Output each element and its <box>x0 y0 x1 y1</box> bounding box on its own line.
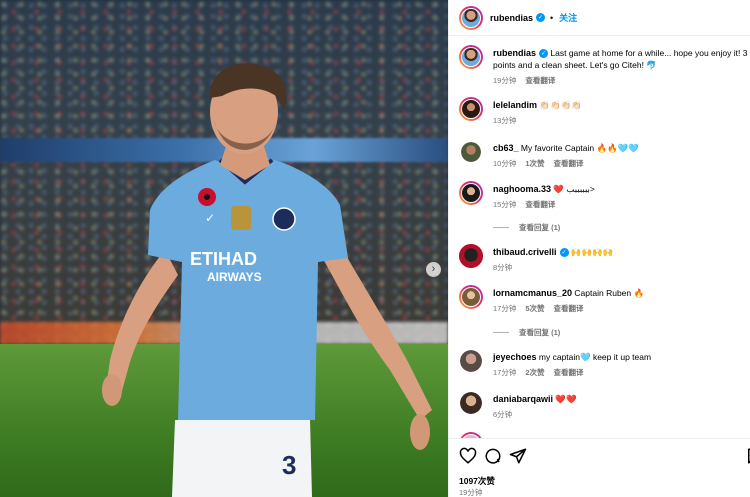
comment-icon[interactable] <box>484 447 502 465</box>
view-replies-label: 查看回复 (1) <box>519 223 561 232</box>
share-icon[interactable] <box>509 447 527 465</box>
comment-text: 🙌🙌🙌🙌 <box>570 247 614 257</box>
comment-avatar[interactable] <box>459 97 483 121</box>
header-separator: • <box>550 12 554 23</box>
comment-username[interactable]: lornamcmanus_20 <box>493 288 572 298</box>
comment-text: my captain🩵 keep it up team <box>538 352 652 362</box>
caption-username[interactable]: rubendias <box>493 48 536 58</box>
comment-time: 8分钟 <box>493 263 513 272</box>
comment-username[interactable]: lelelandim <box>493 100 537 110</box>
svg-text:✓: ✓ <box>205 211 215 225</box>
heart-icon[interactable] <box>459 447 477 465</box>
view-replies-button[interactable]: 查看回复 (1) <box>493 222 560 233</box>
verified-badge-icon: ✓ <box>539 49 549 59</box>
caption-time: 19分钟 <box>493 76 517 85</box>
comment-time: 15分钟 <box>493 200 517 209</box>
comment-text: Captain Ruben 🔥 <box>574 288 645 298</box>
comment-time: 10分钟 <box>493 159 517 168</box>
like-count[interactable]: 1097次赞 <box>459 475 495 487</box>
post-photo: ✓ ETIHAD AIRWAYS 3 › <box>0 0 448 497</box>
post-time: 19分钟 <box>459 488 483 497</box>
comment-avatar[interactable] <box>461 142 481 162</box>
comment-avatar[interactable] <box>459 244 483 268</box>
comment-like-count[interactable]: 1次赞 <box>525 159 544 168</box>
verified-badge-icon: ✓ <box>559 248 569 258</box>
comment-avatar[interactable] <box>460 350 482 372</box>
post-side-panel: rubendias ✓ • 关注 rubendias ✓ Last game at… <box>448 0 750 497</box>
shorts-number: 3 <box>282 450 296 480</box>
comment-avatar[interactable] <box>459 285 483 309</box>
carousel-next-button[interactable]: › <box>426 262 441 277</box>
comment-time: 13分钟 <box>493 116 517 125</box>
translate-link[interactable]: 查看翻译 <box>554 159 584 168</box>
comment-text: 👏🏻👏🏻👏🏻👏🏻 <box>539 100 582 110</box>
translate-link[interactable]: 查看翻译 <box>525 76 555 85</box>
replies-divider <box>493 227 509 228</box>
post-header: rubendias ✓ • 关注 <box>449 0 750 36</box>
comment-time: 17分钟 <box>493 368 517 377</box>
comment-like-count[interactable]: 2次赞 <box>525 368 544 377</box>
comment-text: ❤️ ببببببب> <box>553 184 595 194</box>
jersey-sponsor-line2: AIRWAYS <box>207 270 262 284</box>
player-figure: ✓ ETIHAD AIRWAYS 3 <box>102 63 432 497</box>
comments-list: rubendias ✓ Last game at home for a while… <box>449 37 750 438</box>
bookmark-icon[interactable] <box>745 447 750 465</box>
caption-avatar[interactable] <box>459 45 483 69</box>
comment-username[interactable]: naghooma.33 <box>493 184 551 194</box>
view-replies-label: 查看回复 (1) <box>519 328 561 337</box>
comment-text: ❤️❤️ <box>555 394 577 404</box>
comment-username[interactable]: thibaud.crivelli <box>493 247 557 257</box>
replies-divider <box>493 332 509 333</box>
author-username[interactable]: rubendias <box>490 13 533 23</box>
comment-time: 17分钟 <box>493 304 517 313</box>
comment-like-count[interactable]: 5次赞 <box>525 304 544 313</box>
comment-text: My favorite Captain 🔥🔥🩵🩵 <box>520 143 639 153</box>
verified-badge-icon: ✓ <box>536 13 546 22</box>
comment-avatar[interactable] <box>460 392 482 414</box>
translate-link[interactable]: 查看翻译 <box>554 304 584 313</box>
translate-link[interactable]: 查看翻译 <box>554 368 584 377</box>
comment-username[interactable]: daniabarqawii <box>493 394 553 404</box>
jersey-sponsor-line1: ETIHAD <box>190 249 257 269</box>
follow-button[interactable]: 关注 <box>559 11 577 24</box>
translate-link[interactable]: 查看翻译 <box>525 200 555 209</box>
post-actions-bar: 1097次赞 19分钟 <box>449 438 750 497</box>
comment-avatar[interactable] <box>459 181 483 205</box>
view-replies-button[interactable]: 查看回复 (1) <box>493 327 560 338</box>
comment-username[interactable]: cb63_ <box>493 143 519 153</box>
comment-time: 6分钟 <box>493 410 513 419</box>
author-avatar[interactable] <box>459 5 483 30</box>
comment-username[interactable]: jeyechoes <box>493 352 537 362</box>
